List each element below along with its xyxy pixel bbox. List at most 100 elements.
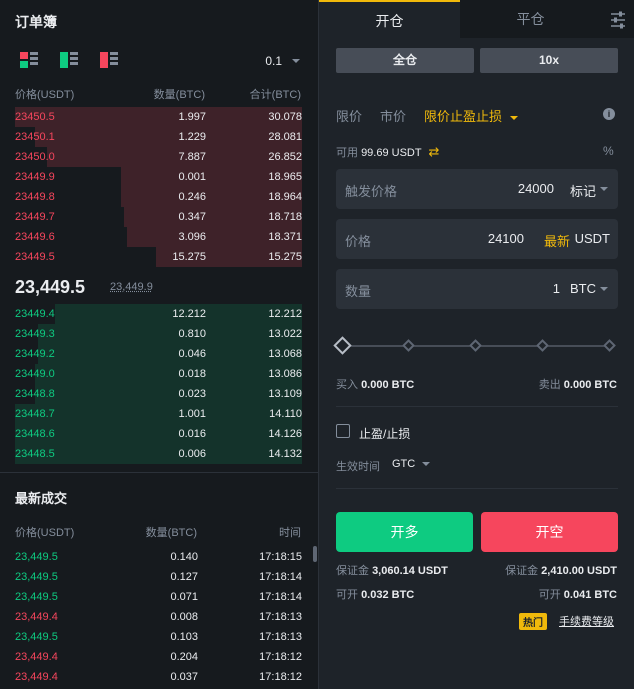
precision-select[interactable]: 0.1 bbox=[265, 54, 300, 68]
order-type-market[interactable]: 市价 bbox=[380, 106, 406, 125]
trigger-price-label: 触发价格 bbox=[345, 184, 398, 199]
price-last-tag[interactable]: 最新 bbox=[544, 231, 570, 250]
info-icon[interactable]: i bbox=[603, 108, 615, 120]
cell-total: 14.110 bbox=[269, 408, 302, 420]
cell-qty: 0.001 bbox=[178, 171, 206, 183]
trigger-price-value[interactable]: 24000 bbox=[518, 181, 554, 196]
cell-qty: 0.023 bbox=[178, 388, 206, 400]
slider-step-50[interactable] bbox=[469, 339, 482, 352]
depth-bar bbox=[15, 107, 302, 127]
buy-value: 0.000 BTC bbox=[361, 379, 415, 391]
percent-icon[interactable]: % bbox=[603, 144, 614, 158]
bid-row[interactable]: 23449.2 0.046 13.068 bbox=[15, 344, 302, 364]
cell-qty: 3.096 bbox=[178, 231, 206, 243]
quantity-label: 数量 bbox=[345, 284, 372, 299]
bid-row[interactable]: 23449.3 0.810 13.022 bbox=[15, 324, 302, 344]
cell-total: 28.081 bbox=[268, 131, 302, 143]
ask-row[interactable]: 23449.6 3.096 18.371 bbox=[15, 227, 302, 247]
ask-row[interactable]: 23450.1 1.229 28.081 bbox=[15, 127, 302, 147]
depth-bar bbox=[35, 127, 302, 147]
cell-qty: 0.006 bbox=[178, 448, 206, 460]
bid-row[interactable]: 23448.8 0.023 13.109 bbox=[15, 384, 302, 404]
trade-time: 17:18:14 bbox=[259, 571, 302, 583]
ask-row[interactable]: 23449.8 0.246 18.964 bbox=[15, 187, 302, 207]
cell-total: 18.964 bbox=[268, 191, 302, 203]
fee-level-link[interactable]: 手续费等级 bbox=[559, 613, 614, 629]
quantity-value[interactable]: 1 bbox=[553, 281, 560, 296]
trade-price: 23,449.5 bbox=[15, 571, 58, 583]
tif-select[interactable]: GTC bbox=[392, 458, 431, 470]
cell-total: 14.126 bbox=[268, 428, 302, 440]
can-open-long: 可开 0.032 BTC bbox=[336, 586, 414, 602]
trade-qty: 0.103 bbox=[170, 631, 198, 643]
order-type-limit[interactable]: 限价 bbox=[336, 106, 362, 125]
margin-mode-button[interactable]: 全仓 bbox=[336, 48, 474, 73]
cell-price: 23448.5 bbox=[15, 448, 55, 460]
trade-qty: 0.008 bbox=[170, 611, 198, 623]
cell-total: 18.965 bbox=[268, 171, 302, 183]
price-field[interactable]: 价格 24100 最新 USDT bbox=[336, 219, 618, 259]
trade-row: 23,449.5 0.140 17:18:15 bbox=[15, 547, 302, 567]
slider-handle[interactable] bbox=[333, 336, 352, 355]
cell-total: 14.132 bbox=[268, 448, 302, 460]
tab-close-position[interactable]: 平仓 bbox=[460, 0, 601, 38]
sell-value: 0.000 BTC bbox=[563, 379, 617, 391]
ask-row[interactable]: 23450.5 1.997 30.078 bbox=[15, 107, 302, 127]
slider-step-100[interactable] bbox=[603, 339, 616, 352]
order-type-stop-limit-label: 限价止盈止损 bbox=[424, 109, 503, 124]
tpsl-label[interactable]: 止盈/止损 bbox=[359, 425, 410, 442]
cell-qty: 1.001 bbox=[178, 408, 206, 420]
chevron-down-icon bbox=[509, 115, 518, 120]
open-long-button[interactable]: 开多 bbox=[336, 512, 473, 552]
quantity-field[interactable]: 数量 1 BTC bbox=[336, 269, 618, 309]
cell-qty: 1.997 bbox=[178, 111, 206, 123]
slider-step-25[interactable] bbox=[402, 339, 415, 352]
trade-time: 17:18:14 bbox=[259, 591, 302, 603]
cell-price: 23450.1 bbox=[15, 131, 55, 143]
can-open-long-value: 0.032 BTC bbox=[361, 589, 415, 601]
trade-qty: 0.140 bbox=[170, 551, 198, 563]
sell-label: 卖出 bbox=[538, 379, 561, 391]
view-bids-icon[interactable] bbox=[60, 52, 78, 68]
cell-price: 23448.6 bbox=[15, 428, 55, 440]
cell-price: 23450.5 bbox=[15, 111, 55, 123]
view-asks-icon[interactable] bbox=[100, 52, 118, 68]
slider-step-75[interactable] bbox=[536, 339, 549, 352]
quantity-unit[interactable]: BTC bbox=[570, 281, 596, 296]
trade-row: 23,449.5 0.071 17:18:14 bbox=[15, 587, 302, 607]
bid-row[interactable]: 23448.7 1.001 14.110 bbox=[15, 404, 302, 424]
cell-qty: 1.229 bbox=[178, 131, 206, 143]
position-tabs: 开仓 平仓 bbox=[319, 0, 634, 38]
ask-row[interactable]: 23449.9 0.001 18.965 bbox=[15, 167, 302, 187]
tpsl-checkbox[interactable] bbox=[336, 424, 350, 438]
tif-value: GTC bbox=[392, 458, 416, 470]
can-open-short-value: 0.041 BTC bbox=[563, 589, 617, 601]
cell-price: 23448.8 bbox=[15, 388, 55, 400]
trigger-price-field[interactable]: 触发价格 24000 标记 bbox=[336, 169, 618, 209]
trades-scrollbar[interactable] bbox=[313, 546, 317, 562]
ask-row[interactable]: 23449.7 0.347 18.718 bbox=[15, 207, 302, 227]
transfer-icon[interactable]: ⇄ bbox=[428, 144, 439, 159]
bid-row[interactable]: 23449.0 0.018 13.086 bbox=[15, 364, 302, 384]
mark-price[interactable]: 23,449.9 bbox=[110, 281, 153, 293]
trade-time: 17:18:15 bbox=[259, 551, 302, 563]
view-both-icon[interactable] bbox=[20, 52, 38, 68]
bid-row[interactable]: 23449.4 12.212 12.212 bbox=[15, 304, 302, 324]
chevron-down-icon bbox=[600, 187, 608, 191]
trade-qty: 0.127 bbox=[170, 571, 198, 583]
trigger-type[interactable]: 标记 bbox=[570, 181, 596, 200]
tab-open-position[interactable]: 开仓 bbox=[319, 0, 460, 38]
can-open-short: 可开 0.041 BTC bbox=[539, 586, 617, 602]
ask-row[interactable]: 23450.0 7.887 26.852 bbox=[15, 147, 302, 167]
trade-price: 23,449.4 bbox=[15, 671, 58, 683]
price-value[interactable]: 24100 bbox=[488, 231, 524, 246]
bid-row[interactable]: 23448.5 0.006 14.132 bbox=[15, 444, 302, 464]
settings-sliders-icon[interactable] bbox=[601, 0, 634, 38]
ask-row[interactable]: 23449.5 15.275 15.275 bbox=[15, 247, 302, 267]
leverage-button[interactable]: 10x bbox=[480, 48, 618, 73]
cell-total: 26.852 bbox=[268, 151, 302, 163]
buy-amount: 买入 0.000 BTC bbox=[336, 376, 414, 392]
order-type-stop-limit[interactable]: 限价止盈止损 bbox=[424, 106, 518, 125]
open-short-button[interactable]: 开空 bbox=[481, 512, 618, 552]
bid-row[interactable]: 23448.6 0.016 14.126 bbox=[15, 424, 302, 444]
